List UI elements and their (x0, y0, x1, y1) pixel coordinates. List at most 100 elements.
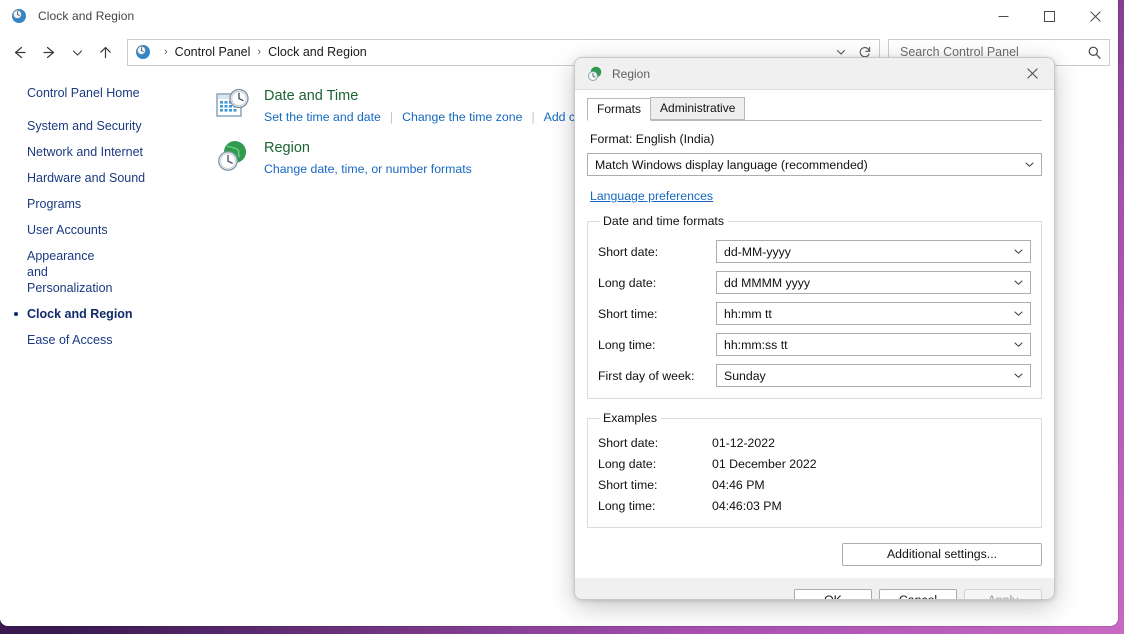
category-body: Region Change date, time, or number form… (264, 138, 472, 177)
field-row-first-day-of-week: First day of week: Sunday (598, 364, 1031, 387)
short-time-value: hh:mm tt (724, 306, 772, 321)
sidebar: Control Panel Home System and Security N… (0, 72, 207, 626)
calendar-clock-icon (215, 87, 251, 123)
breadcrumb-separator: › (257, 46, 262, 58)
example-label-short-time: Short time: (598, 478, 658, 492)
additional-settings-button[interactable]: Additional settings... (842, 543, 1042, 566)
category-title-date-and-time[interactable]: Date and Time (264, 87, 585, 106)
close-button[interactable] (1072, 0, 1118, 32)
example-row-long-date: Long date: 01 December 2022 (598, 457, 1031, 471)
label-short-date: Short date: (598, 244, 659, 259)
chevron-down-icon (1010, 339, 1027, 350)
sidebar-item-control-panel-home[interactable]: Control Panel Home (0, 80, 207, 106)
chevron-down-icon (1021, 159, 1038, 170)
up-button[interactable] (90, 37, 120, 67)
forward-button[interactable] (34, 37, 64, 67)
field-row-short-time: Short time: hh:mm tt (598, 302, 1031, 325)
sidebar-item-appearance-and-personalization[interactable]: Appearance and Personalization (0, 243, 120, 301)
example-label-short-date: Short date: (598, 436, 659, 450)
example-label-long-time: Long time: (598, 499, 656, 513)
minimize-button[interactable] (980, 0, 1026, 32)
tabpanel-formats: Format: English (India) Match Windows di… (587, 121, 1042, 578)
group-legend-date-and-time-formats: Date and time formats (603, 214, 724, 228)
region-globe-icon (587, 66, 603, 82)
recent-locations-chevron-down-icon[interactable] (64, 37, 90, 67)
additional-settings-row: Additional settings... (587, 543, 1042, 578)
category-body: Date and Time Set the time and date | Chan… (264, 86, 585, 125)
first-day-of-week-value: Sunday (724, 368, 766, 383)
dialog-titlebar: Region (575, 58, 1054, 89)
link-set-the-time-and-date[interactable]: Set the time and date (264, 110, 381, 124)
search-icon[interactable] (1083, 41, 1105, 63)
sidebar-item-clock-and-region[interactable]: Clock and Region (0, 301, 207, 327)
breadcrumb-separator: › (164, 46, 168, 58)
apply-button: Apply (964, 588, 1042, 599)
dialog-tabstrip: Formats Administrative (587, 97, 1042, 121)
label-long-time: Long time: (598, 337, 656, 352)
label-short-time: Short time: (598, 306, 658, 321)
ok-button[interactable]: OK (794, 588, 872, 599)
long-time-value: hh:mm:ss tt (724, 337, 788, 352)
example-value-short-date: 01-12-2022 (712, 436, 775, 450)
window-title: Clock and Region (38, 9, 135, 23)
breadcrumb-item-control-panel[interactable]: Control Panel (175, 45, 251, 59)
region-dialog: Region Formats Administrative Format: En… (574, 57, 1055, 600)
tab-formats[interactable]: Formats (587, 98, 652, 121)
sidebar-item-ease-of-access[interactable]: Ease of Access (0, 327, 207, 353)
clock-globe-icon (11, 8, 27, 24)
sidebar-item-user-accounts[interactable]: User Accounts (0, 217, 207, 243)
link-divider: | (531, 110, 535, 124)
window-controls (980, 0, 1118, 32)
link-change-the-time-zone[interactable]: Change the time zone (402, 110, 522, 124)
example-value-long-date: 01 December 2022 (712, 457, 817, 471)
example-label-long-date: Long date: (598, 457, 657, 471)
short-time-select[interactable]: hh:mm tt (716, 302, 1031, 325)
category-links-date-and-time: Set the time and date | Change the time zo… (264, 109, 585, 125)
long-date-select[interactable]: dd MMMM yyyy (716, 271, 1031, 294)
field-row-long-date: Long date: dd MMMM yyyy (598, 271, 1031, 294)
example-row-short-time: Short time: 04:46 PM (598, 478, 1031, 492)
link-divider: | (389, 110, 394, 124)
date-and-time-formats-group: Date and time formats Short date: dd-MM-… (587, 214, 1042, 399)
dialog-title: Region (612, 66, 651, 81)
example-row-long-time: Long time: 04:46:03 PM (598, 499, 1031, 513)
language-preferences-link[interactable]: Language preferences (590, 189, 713, 203)
back-button[interactable] (4, 37, 34, 67)
breadcrumb-item-clock-and-region[interactable]: Clock and Region (268, 45, 367, 59)
chevron-down-icon (1010, 246, 1027, 257)
globe-clock-icon (215, 139, 251, 175)
label-long-date: Long date: (598, 275, 657, 290)
sidebar-item-network-and-internet[interactable]: Network and Internet (0, 139, 207, 165)
examples-group: Examples Short date: 01-12-2022 Long dat… (587, 411, 1042, 528)
format-label: Format: English (India) (590, 132, 715, 146)
chevron-down-icon (1010, 370, 1027, 381)
dialog-close-icon[interactable] (1010, 58, 1054, 89)
field-row-short-date: Short date: dd-MM-yyyy (598, 240, 1031, 263)
long-date-value: dd MMMM yyyy (724, 275, 811, 290)
group-legend-examples: Examples (603, 411, 657, 425)
link-change-date-time-or-number-formats[interactable]: Change date, time, or number formats (264, 162, 472, 176)
format-select-value: Match Windows display language (recommen… (595, 157, 868, 172)
maximize-button[interactable] (1026, 0, 1072, 32)
dialog-footer: OK Cancel Apply (575, 578, 1054, 599)
sidebar-item-programs[interactable]: Programs (0, 191, 207, 217)
label-first-day-of-week: First day of week: (598, 368, 695, 383)
long-time-select[interactable]: hh:mm:ss tt (716, 333, 1031, 356)
category-title-region[interactable]: Region (264, 139, 472, 158)
window-titlebar: Clock and Region (0, 0, 1118, 32)
chevron-down-icon (1010, 277, 1027, 288)
field-row-long-time: Long time: hh:mm:ss tt (598, 333, 1031, 356)
cancel-button[interactable]: Cancel (879, 588, 957, 599)
sidebar-item-system-and-security[interactable]: System and Security (0, 113, 207, 139)
sidebar-item-hardware-and-sound[interactable]: Hardware and Sound (0, 165, 207, 191)
example-value-short-time: 04:46 PM (712, 478, 765, 492)
short-date-select[interactable]: dd-MM-yyyy (716, 240, 1031, 263)
control-panel-icon (135, 44, 151, 60)
first-day-of-week-select[interactable]: Sunday (716, 364, 1031, 387)
dialog-body: Formats Administrative Format: English (… (575, 89, 1054, 578)
category-links-region: Change date, time, or number formats (264, 161, 472, 177)
short-date-value: dd-MM-yyyy (724, 244, 791, 259)
format-select[interactable]: Match Windows display language (recommen… (587, 153, 1042, 176)
tab-administrative[interactable]: Administrative (650, 97, 746, 120)
example-row-short-date: Short date: 01-12-2022 (598, 436, 1031, 450)
